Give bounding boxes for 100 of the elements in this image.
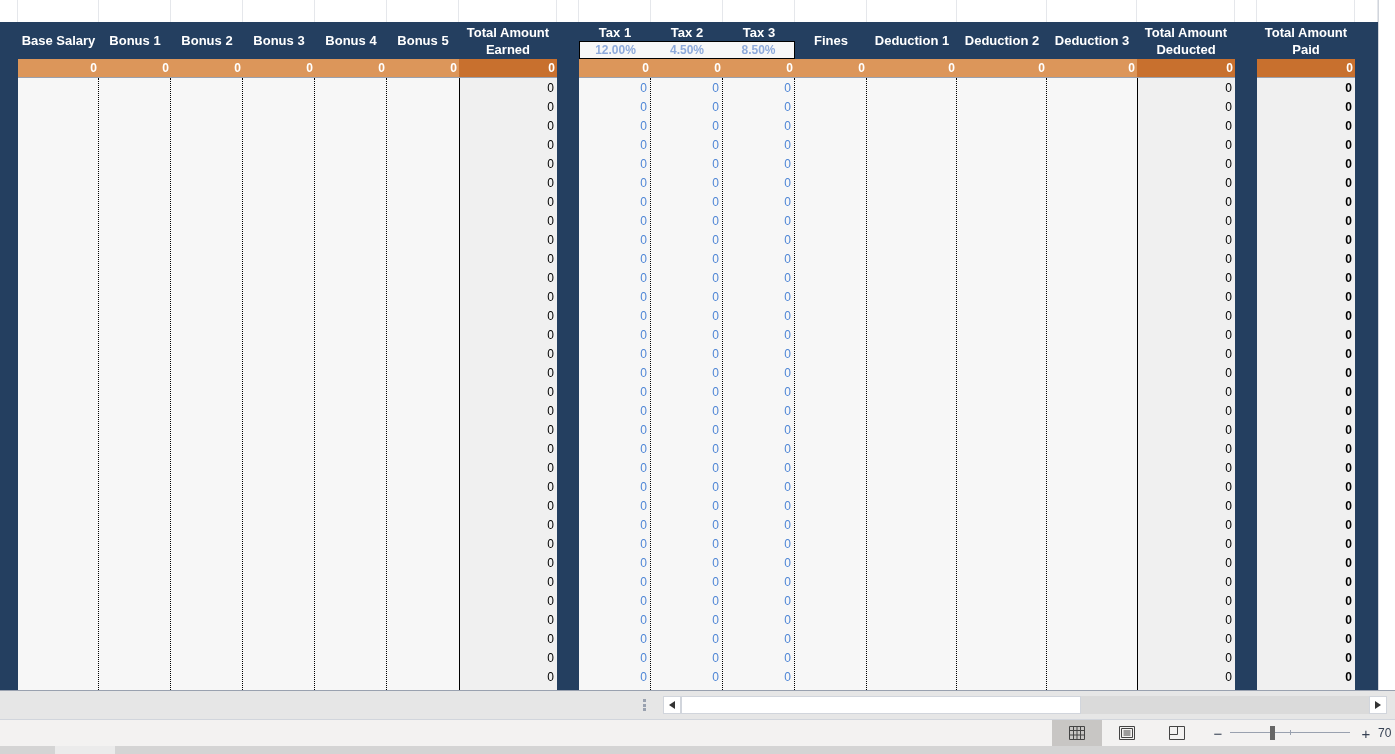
column-total: 0	[1128, 60, 1135, 77]
table-cell-text: 0	[784, 250, 791, 268]
scroll-thumb[interactable]	[681, 696, 1081, 714]
table-cell-text: 0	[712, 516, 719, 534]
table-cell-text: 0	[1345, 212, 1352, 230]
table-cell-text: 0	[712, 535, 719, 553]
table-cell-text: 0	[1345, 117, 1352, 135]
table-cell-text: 0	[1225, 554, 1232, 572]
table-cell-text: 0	[1225, 212, 1232, 230]
table-cell-text: 0	[784, 117, 791, 135]
table-cell-text: 0	[640, 402, 647, 420]
table-cell-text: 0	[1225, 592, 1232, 610]
table-cell-text: 0	[1225, 516, 1232, 534]
table-cell-text: 0	[712, 402, 719, 420]
table-cell-text: 0	[784, 212, 791, 230]
table-cell-text: 0	[547, 98, 554, 116]
zoom-level: 70	[1378, 725, 1392, 742]
zoom-slider[interactable]	[1230, 726, 1350, 740]
table-cell-text: 0	[712, 79, 719, 97]
tax-rate: 12.00%	[579, 41, 651, 59]
table-cell-text: 0	[1345, 478, 1352, 496]
column-header: Bonus 3	[252, 32, 306, 49]
table-cell-text: 0	[1345, 79, 1352, 97]
table-cell-text: 0	[1345, 573, 1352, 591]
table-cell-text: 0	[1225, 326, 1232, 344]
table-cell-text: 0	[1225, 535, 1232, 553]
table-cell-text: 0	[784, 611, 791, 629]
view-button[interactable]	[1052, 720, 1102, 746]
table-cell-text: 0	[547, 554, 554, 572]
table-cell-text: 0	[1345, 155, 1352, 173]
table-cell-text: 0	[640, 345, 647, 363]
table-cell-text: 0	[784, 516, 791, 534]
table-cell-text: 0	[712, 649, 719, 667]
table-cell-text: 0	[784, 136, 791, 154]
column-total: 0	[90, 60, 97, 77]
table-cell-text: 0	[1225, 117, 1232, 135]
table-cell-text: 0	[784, 554, 791, 572]
table-cell-text: 0	[640, 269, 647, 287]
table-cell-text: 0	[784, 269, 791, 287]
column-header: Total Amount Paid	[1263, 23, 1349, 58]
table-cell-text: 0	[547, 440, 554, 458]
table-cell-text: 0	[1345, 497, 1352, 515]
table-cell-text: 0	[784, 440, 791, 458]
table-cell-text: 0	[1225, 630, 1232, 648]
table-cell-text: 0	[712, 554, 719, 572]
slider-thumb[interactable]	[1270, 726, 1276, 740]
table-cell-text: 0	[640, 326, 647, 344]
table-cell-text: 0	[640, 307, 647, 325]
table-cell-text: 0	[640, 573, 647, 591]
column-header: Bonus 2	[180, 32, 234, 49]
table-cell-text: 0	[640, 383, 647, 401]
scroll-bar[interactable]	[663, 696, 1387, 714]
table-cell-text: 0	[1345, 269, 1352, 287]
column-total: 0	[450, 60, 457, 77]
table-cell-text: 0	[1225, 136, 1232, 154]
table-cell-text: 0	[1225, 459, 1232, 477]
table-cell-text: 0	[547, 649, 554, 667]
table-cell-text: 0	[784, 402, 791, 420]
table-cell-text: 0	[1345, 98, 1352, 116]
table-cell-text: 0	[1345, 345, 1352, 363]
column-header: Tax 1	[597, 24, 633, 41]
table-cell-text: 0	[784, 288, 791, 306]
table-cell-text: 0	[547, 79, 554, 97]
table-cell-text: 0	[640, 98, 647, 116]
table-cell-text: 0	[547, 573, 554, 591]
column-header: Deduction 2	[963, 32, 1041, 49]
table-cell-text: 0	[712, 231, 719, 249]
table-cell-text: 0	[1225, 231, 1232, 249]
scroll-right-button[interactable]	[1369, 696, 1387, 714]
table-cell-text: 0	[784, 345, 791, 363]
table-cell-text: 0	[547, 497, 554, 515]
table-cell-text: 0	[1345, 649, 1352, 667]
table-cell-text: 0	[547, 269, 554, 287]
table-cell-text: 0	[640, 155, 647, 173]
table-cell-text: 0	[1345, 592, 1352, 610]
table-cell-text: 0	[712, 573, 719, 591]
table-cell-text: 0	[784, 535, 791, 553]
column-total: 0	[162, 60, 169, 77]
table-cell-text: 0	[784, 649, 791, 667]
table-cell-text: 0	[640, 421, 647, 439]
table-cell-text: 0	[1225, 440, 1232, 458]
table-cell-text: 0	[1345, 421, 1352, 439]
table-cell-text: 0	[712, 250, 719, 268]
table-cell-text: 0	[1345, 288, 1352, 306]
table-cell-text: 0	[712, 440, 719, 458]
grip-icon[interactable]	[643, 699, 647, 711]
table-cell-text: 0	[547, 668, 554, 686]
table-cell-text: 0	[547, 516, 554, 534]
table-cell-text: 0	[640, 459, 647, 477]
zoom-in-button[interactable]: +	[1356, 720, 1376, 746]
column-total: 0	[786, 60, 793, 77]
table-cell-text: 0	[1345, 326, 1352, 344]
table-cell-text: 0	[712, 212, 719, 230]
table-cell-text: 0	[547, 364, 554, 382]
zoom-out-button[interactable]: −	[1208, 720, 1228, 746]
table-cell-text: 0	[547, 212, 554, 230]
table-cell-text: 0	[640, 497, 647, 515]
table-cell-text: 0	[547, 611, 554, 629]
scroll-left-button[interactable]	[663, 696, 681, 714]
table-cell-text: 0	[1225, 250, 1232, 268]
